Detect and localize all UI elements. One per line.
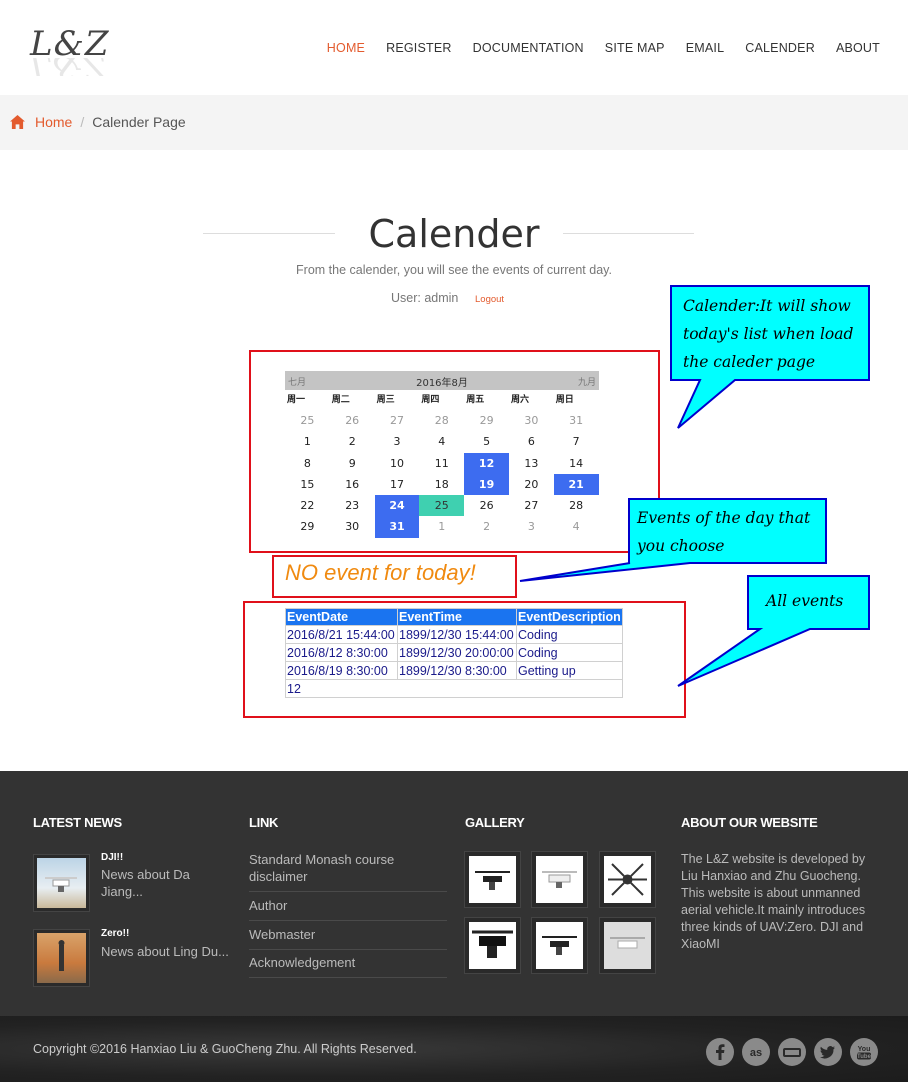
events-day-callout-text: Events of the day that you choose — [637, 509, 811, 555]
news-description[interactable]: News about Ling Du... — [101, 943, 231, 960]
news-thumbnail-zero[interactable] — [33, 929, 90, 987]
footer-link-disclaimer[interactable]: Standard Monash course disclaimer — [249, 851, 447, 892]
news-title[interactable]: DJI!! — [101, 852, 123, 863]
svg-text:You: You — [858, 1046, 871, 1053]
news-description[interactable]: News about Da Jiang... — [101, 866, 221, 900]
copyright-text: Copyright ©2016 Hanxiao Liu & GuoCheng Z… — [33, 1042, 417, 1056]
about-heading: ABOUT OUR WEBSITE — [681, 815, 818, 830]
latest-news-heading: LATEST NEWS — [33, 815, 122, 830]
svg-text:Tube: Tube — [857, 1054, 872, 1060]
footer-link-webmaster[interactable]: Webmaster — [249, 926, 447, 950]
gallery-thumbnail[interactable] — [464, 917, 521, 974]
callout-layer — [519, 285, 870, 687]
all-events-callout-text: All events — [766, 592, 844, 610]
facebook-icon[interactable] — [706, 1038, 734, 1066]
news-title[interactable]: Zero!! — [101, 928, 129, 939]
about-description: The L&Z website is developed by Liu Hanx… — [681, 852, 866, 951]
gallery-thumbnail[interactable] — [599, 851, 656, 908]
footer-link-acknowledgement[interactable]: Acknowledgement — [249, 954, 447, 978]
gallery-thumbnail[interactable] — [599, 917, 656, 974]
myspace-icon[interactable] — [778, 1038, 806, 1066]
gallery-thumbnail[interactable] — [531, 851, 588, 908]
gallery-thumbnail[interactable] — [464, 851, 521, 908]
news-thumbnail-dji[interactable] — [33, 854, 90, 912]
lastfm-icon[interactable]: as — [742, 1038, 770, 1066]
link-heading: LINK — [249, 815, 279, 830]
footer-link-author[interactable]: Author — [249, 897, 447, 921]
gallery-heading: GALLERY — [465, 815, 525, 830]
svg-text:as: as — [750, 1047, 762, 1059]
gallery-thumbnail[interactable] — [531, 917, 588, 974]
youtube-icon[interactable]: You Tube — [850, 1038, 878, 1066]
calender-callout-text: Calender:It will show today's list when … — [683, 297, 854, 371]
twitter-icon[interactable] — [814, 1038, 842, 1066]
